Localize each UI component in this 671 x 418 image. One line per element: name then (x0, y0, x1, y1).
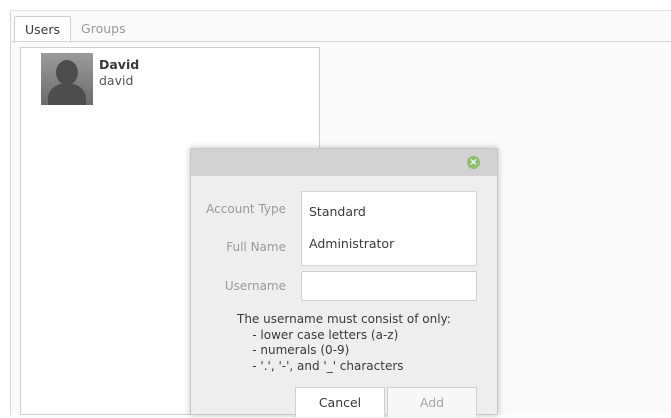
username-input[interactable] (301, 271, 477, 301)
full-name-label: Full Name (226, 240, 286, 254)
tab-divider (10, 41, 671, 42)
add-user-dialog: × Account Type Full Name Username Standa… (190, 148, 498, 417)
user-username: david (99, 73, 134, 88)
avatar-icon (41, 53, 93, 105)
user-display-name: David (99, 57, 140, 72)
user-row-david[interactable]: David david (41, 53, 139, 105)
close-icon[interactable]: × (467, 156, 480, 169)
user-text: David david (99, 57, 139, 88)
option-standard[interactable]: Standard (309, 204, 366, 219)
tab-users[interactable]: Users (14, 16, 72, 43)
option-administrator[interactable]: Administrator (309, 236, 394, 251)
account-type-label: Account Type (206, 202, 286, 216)
dialog-titlebar: × (191, 149, 497, 176)
avatar-head (56, 60, 78, 85)
help-line: - '.', '-', and '_' characters (237, 358, 404, 373)
help-line: The username must consist of only: (237, 312, 451, 326)
add-button[interactable]: Add (387, 387, 477, 417)
avatar-body (48, 83, 86, 105)
help-line: - lower case letters (a-z) (237, 327, 399, 342)
username-help-text: The username must consist of only: - low… (237, 312, 477, 374)
tab-groups[interactable]: Groups (71, 16, 136, 42)
tab-bar: Users Groups (14, 16, 136, 43)
account-type-dropdown-list[interactable]: Standard Administrator (301, 191, 477, 266)
help-line: - numerals (0-9) (237, 343, 350, 357)
username-label: Username (224, 279, 286, 293)
cancel-button[interactable]: Cancel (295, 387, 385, 417)
